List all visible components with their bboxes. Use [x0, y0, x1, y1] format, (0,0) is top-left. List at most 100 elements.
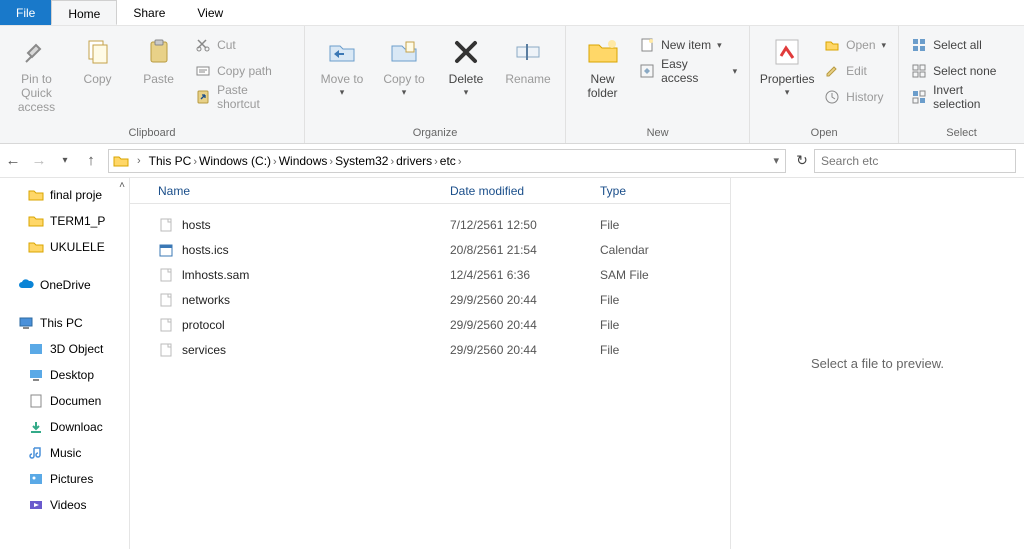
sidebar-item[interactable]: Videos — [0, 492, 129, 518]
refresh-button[interactable]: ↻ — [790, 152, 814, 169]
this-pc-icon — [18, 315, 34, 331]
select-none-button[interactable]: Select none — [907, 60, 1016, 82]
content-area: ˄ final projeTERM1_PUKULELE OneDrive Thi… — [0, 178, 1024, 549]
chevron-right-icon[interactable]: › — [191, 156, 199, 168]
file-row[interactable]: protocol29/9/2560 20:44File — [130, 312, 730, 337]
easy-access-button[interactable]: Easy access ▾ — [635, 60, 741, 82]
sidebar-item[interactable]: Music — [0, 440, 129, 466]
recent-locations-button[interactable]: ▾ — [52, 155, 78, 166]
folder-icon — [28, 393, 44, 409]
copy-icon — [80, 34, 116, 70]
tab-share[interactable]: Share — [117, 0, 181, 25]
column-type[interactable]: Type — [600, 184, 730, 198]
paste-icon — [141, 34, 177, 70]
sidebar-item[interactable]: Documen — [0, 388, 129, 414]
file-row[interactable]: networks29/9/2560 20:44File — [130, 287, 730, 312]
pin-to-quick-access-button[interactable]: Pin to Quick access — [8, 30, 65, 114]
invert-selection-label: Invert selection — [933, 83, 1012, 111]
chevron-down-icon: ▾ — [402, 86, 407, 98]
sidebar-item-this-pc[interactable]: This PC — [0, 310, 129, 336]
new-item-icon — [639, 37, 655, 53]
column-name[interactable]: Name — [130, 184, 450, 198]
group-open: Properties ▾ Open ▾ Edit History Op — [750, 26, 899, 143]
move-to-label: Move to — [321, 70, 364, 86]
sidebar-item[interactable]: final proje — [0, 182, 129, 208]
chevron-right-icon[interactable]: › — [388, 156, 396, 168]
copy-label: Copy — [84, 70, 112, 86]
group-new: New folder New item ▾ Easy access ▾ New — [566, 26, 750, 143]
chevron-down-icon[interactable]: ▾ — [771, 154, 781, 167]
file-row[interactable]: hosts.ics20/8/2561 21:54Calendar — [130, 237, 730, 262]
move-to-icon — [324, 34, 360, 70]
history-label: History — [846, 90, 883, 104]
edit-button[interactable]: Edit — [820, 60, 890, 82]
copy-to-label: Copy to — [383, 70, 424, 86]
copy-path-button[interactable]: Copy path — [191, 60, 296, 82]
new-folder-button[interactable]: New folder — [574, 30, 631, 100]
forward-button[interactable]: → — [26, 152, 52, 169]
group-clipboard: Pin to Quick access Copy Paste Cut — [0, 26, 305, 143]
cut-button[interactable]: Cut — [191, 34, 296, 56]
column-date[interactable]: Date modified — [450, 184, 600, 198]
file-row[interactable]: hosts7/12/2561 12:50File — [130, 212, 730, 237]
onedrive-icon — [18, 277, 34, 293]
sidebar-item[interactable]: Pictures — [0, 466, 129, 492]
sidebar-item-label: Downloac — [50, 420, 103, 434]
group-clipboard-label: Clipboard — [8, 125, 296, 141]
sidebar-item[interactable]: Downloac — [0, 414, 129, 440]
select-none-label: Select none — [933, 64, 996, 78]
move-to-button[interactable]: Move to ▾ — [313, 30, 371, 98]
breadcrumb-segment[interactable]: Windows — [279, 154, 328, 168]
folder-icon — [28, 341, 44, 357]
copy-button[interactable]: Copy — [69, 30, 126, 86]
search-input[interactable]: Search etc — [814, 149, 1016, 173]
tab-view[interactable]: View — [181, 0, 239, 25]
delete-button[interactable]: Delete ▾ — [437, 30, 495, 98]
new-folder-icon — [585, 34, 621, 70]
tab-file[interactable]: File — [0, 0, 51, 25]
breadcrumb-segment[interactable]: drivers — [396, 154, 432, 168]
scroll-up-icon[interactable]: ˄ — [119, 180, 125, 191]
breadcrumb-segment[interactable]: Windows (C:) — [199, 154, 271, 168]
group-organize: Move to ▾ Copy to ▾ Delete ▾ Rename Orga… — [305, 26, 566, 143]
properties-button[interactable]: Properties ▾ — [758, 30, 816, 98]
edit-icon — [824, 63, 840, 79]
paste-button[interactable]: Paste — [130, 30, 187, 86]
back-button[interactable]: ← — [0, 152, 26, 169]
history-button[interactable]: History — [820, 86, 890, 108]
address-row: ← → ▾ ↑ › This PC›Windows (C:)›Windows›S… — [0, 144, 1024, 178]
breadcrumb-segment[interactable]: etc — [440, 154, 456, 168]
copy-to-button[interactable]: Copy to ▾ — [375, 30, 433, 98]
properties-icon — [769, 34, 805, 70]
file-row[interactable]: services29/9/2560 20:44File — [130, 337, 730, 362]
sidebar-item[interactable]: 3D Object — [0, 336, 129, 362]
sidebar-item-onedrive[interactable]: OneDrive — [0, 272, 129, 298]
file-name: hosts.ics — [182, 243, 229, 257]
breadcrumb-segment[interactable]: This PC — [149, 154, 192, 168]
chevron-right-icon[interactable]: › — [456, 156, 464, 168]
up-button[interactable]: ↑ — [78, 152, 104, 169]
breadcrumb-segment[interactable]: System32 — [335, 154, 388, 168]
open-button[interactable]: Open ▾ — [820, 34, 890, 56]
file-name: networks — [182, 293, 230, 307]
chevron-right-icon[interactable]: › — [135, 155, 143, 167]
new-item-button[interactable]: New item ▾ — [635, 34, 741, 56]
select-all-button[interactable]: Select all — [907, 34, 1016, 56]
tab-home[interactable]: Home — [51, 0, 117, 25]
new-folder-label: New folder — [574, 70, 631, 100]
chevron-right-icon[interactable]: › — [271, 156, 279, 168]
sidebar-item[interactable]: UKULELE — [0, 234, 129, 260]
sidebar-item[interactable]: TERM1_P — [0, 208, 129, 234]
paste-shortcut-button[interactable]: Paste shortcut — [191, 86, 296, 108]
chevron-right-icon[interactable]: › — [327, 156, 335, 168]
invert-selection-button[interactable]: Invert selection — [907, 86, 1016, 108]
sidebar-item[interactable]: Desktop — [0, 362, 129, 388]
rename-button[interactable]: Rename — [499, 30, 557, 86]
address-bar[interactable]: › This PC›Windows (C:)›Windows›System32›… — [108, 149, 786, 173]
file-row[interactable]: lmhosts.sam12/4/2561 6:36SAM File — [130, 262, 730, 287]
new-item-label: New item — [661, 38, 711, 52]
select-all-label: Select all — [933, 38, 982, 52]
folder-icon — [28, 419, 44, 435]
file-date: 7/12/2561 12:50 — [450, 218, 600, 232]
chevron-right-icon[interactable]: › — [432, 156, 440, 168]
